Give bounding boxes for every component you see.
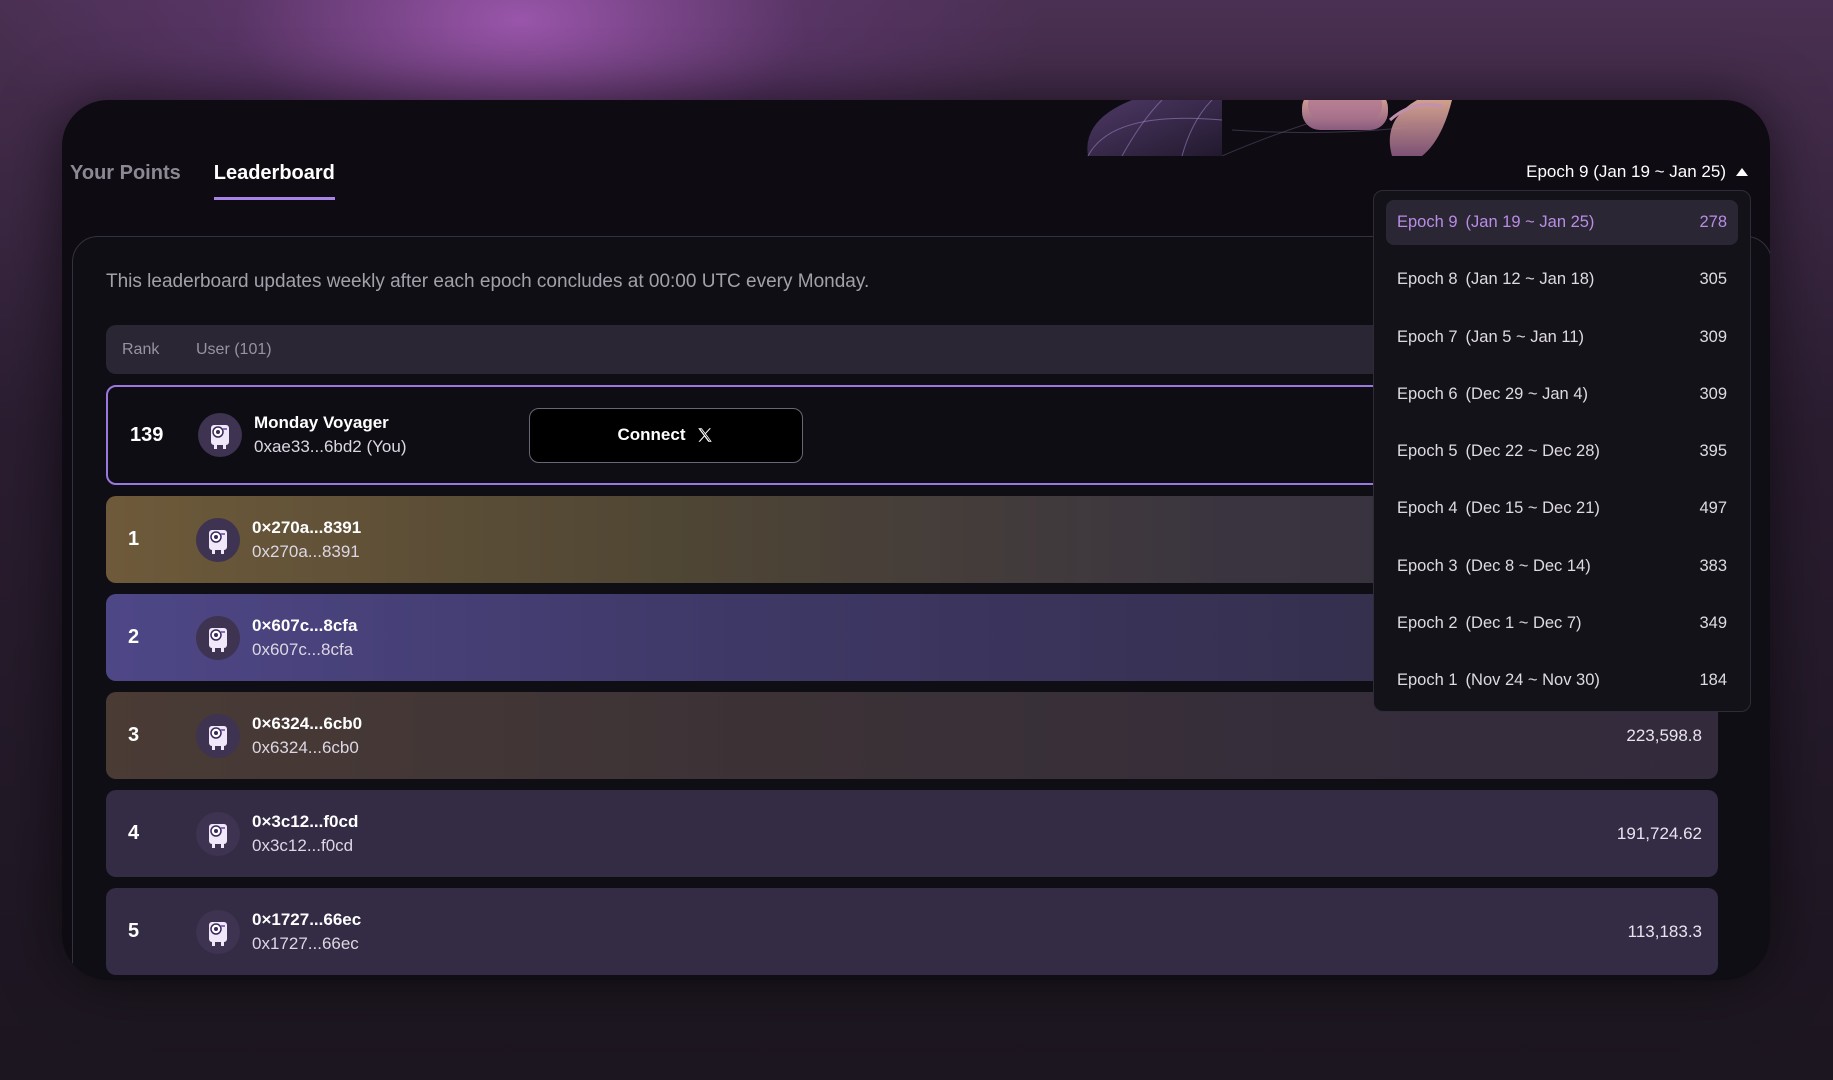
avatar <box>196 713 240 758</box>
epoch-option-7[interactable]: Epoch 7 (Jan 5 ~ Jan 11) 309 <box>1386 315 1738 360</box>
epoch-option-4[interactable]: Epoch 4 (Dec 15 ~ Dec 21) 497 <box>1386 486 1738 531</box>
user-info: 0×6324...6cb0 0x6324...6cb0 <box>252 714 362 758</box>
epoch-range: (Jan 12 ~ Jan 18) <box>1465 270 1595 289</box>
user-address: 0xae33...6bd2 (You) <box>254 437 407 456</box>
epoch-name: Epoch 1 <box>1397 671 1458 690</box>
epoch-range: (Jan 19 ~ Jan 25) <box>1465 213 1595 231</box>
epoch-name: Epoch 3 <box>1397 556 1458 575</box>
avatar <box>196 811 240 856</box>
avatar <box>196 615 240 660</box>
caret-up-icon <box>1736 168 1748 176</box>
user-address: 0x1727...66ec <box>252 933 359 953</box>
rank-value: 139 <box>130 423 164 446</box>
points-value: 191,724.62 <box>1616 823 1702 843</box>
mascot-icon <box>209 725 227 750</box>
epoch-range: (Dec 29 ~ Jan 4) <box>1465 384 1588 403</box>
header-illustration <box>1022 100 1452 156</box>
user-address: 0x6324...6cb0 <box>252 737 359 757</box>
epoch-range: (Dec 8 ~ Dec 14) <box>1465 556 1591 575</box>
epoch-count: 383 <box>1699 556 1727 575</box>
user-name: 0×270a...8391 <box>252 517 362 537</box>
epoch-count: 305 <box>1699 270 1727 289</box>
epoch-selector-label: Epoch 9 (Jan 19 ~ Jan 25) <box>1526 162 1726 181</box>
epoch-name: Epoch 2 <box>1397 614 1458 633</box>
rank-value: 4 <box>128 822 140 844</box>
tab-bar: Your Points Leaderboard <box>70 162 335 200</box>
epoch-count: 184 <box>1699 671 1727 690</box>
points-value: 223,598.8 <box>1626 725 1702 745</box>
epoch-option-6[interactable]: Epoch 6 (Dec 29 ~ Jan 4) 309 <box>1386 372 1738 417</box>
epoch-dropdown-menu: Epoch 9 (Jan 19 ~ Jan 25) 278 Epoch 8 (Jan… <box>1373 190 1751 712</box>
user-info: 0×3c12...f0cd 0x3c12...f0cd <box>252 812 358 856</box>
x-logo-icon <box>697 428 712 442</box>
column-rank: Rank <box>122 340 160 358</box>
epoch-count: 309 <box>1699 327 1727 346</box>
epoch-option-9[interactable]: Epoch 9 (Jan 19 ~ Jan 25) 278 <box>1386 200 1738 245</box>
avatar <box>196 517 240 562</box>
user-info: Monday Voyager 0xae33...6bd2 (You) <box>254 413 407 457</box>
epoch-option-1[interactable]: Epoch 1 (Nov 24 ~ Nov 30) 184 <box>1386 658 1738 703</box>
connect-label: Connect <box>617 425 686 444</box>
epoch-name: Epoch 8 <box>1397 270 1458 289</box>
user-address: 0x607c...8cfa <box>252 639 354 659</box>
table-row: 5 0×1727...66ec 0x1727...66ec 113,183.3 <box>106 888 1718 975</box>
epoch-range: (Dec 1 ~ Dec 7) <box>1465 614 1582 633</box>
rank-value: 2 <box>128 626 140 648</box>
user-info: 0×1727...66ec 0x1727...66ec <box>252 910 361 954</box>
column-user: User (101) <box>196 340 272 358</box>
epoch-count: 497 <box>1699 499 1727 518</box>
user-name: 0×1727...66ec <box>252 909 362 929</box>
points-value: 113,183.3 <box>1627 921 1702 941</box>
epoch-range: (Nov 24 ~ Nov 30) <box>1465 671 1600 690</box>
table-row: 4 0×3c12...f0cd 0x3c12...f0cd 191,724.62 <box>106 790 1718 877</box>
user-name: 0×3c12...f0cd <box>252 811 359 831</box>
epoch-option-2[interactable]: Epoch 2 (Dec 1 ~ Dec 7) 349 <box>1386 601 1738 646</box>
epoch-name: Epoch 5 <box>1397 442 1458 461</box>
epoch-option-5[interactable]: Epoch 5 (Dec 22 ~ Dec 28) 395 <box>1386 429 1738 474</box>
epoch-name: Epoch 7 <box>1397 327 1458 346</box>
mascot-icon <box>209 823 227 848</box>
epoch-count: 278 <box>1699 213 1727 231</box>
epoch-range: (Dec 22 ~ Dec 28) <box>1465 442 1600 461</box>
epoch-option-3[interactable]: Epoch 3 (Dec 8 ~ Dec 14) 383 <box>1386 544 1738 589</box>
avatar <box>198 413 242 457</box>
user-name: 0×607c...8cfa <box>252 615 358 635</box>
user-info: 0×270a...8391 0x270a...8391 <box>252 518 361 562</box>
user-name: Monday Voyager <box>254 413 389 432</box>
mascot-icon <box>209 921 227 946</box>
mascot-icon <box>209 627 227 652</box>
epoch-count: 309 <box>1699 384 1727 403</box>
avatar <box>196 909 240 954</box>
mascot-icon <box>209 529 227 554</box>
epoch-range: (Dec 15 ~ Dec 21) <box>1465 499 1600 518</box>
epoch-range: (Jan 5 ~ Jan 11) <box>1465 327 1585 346</box>
epoch-name: Epoch 6 <box>1397 384 1458 403</box>
rank-value: 1 <box>128 528 140 550</box>
epoch-name: Epoch 4 <box>1397 499 1458 518</box>
epoch-option-8[interactable]: Epoch 8 (Jan 12 ~ Jan 18) 305 <box>1386 257 1738 302</box>
user-name: 0×6324...6cb0 <box>252 713 363 733</box>
mascot-icon <box>211 425 229 449</box>
rank-value: 3 <box>128 724 140 746</box>
user-info: 0×607c...8cfa 0x607c...8cfa <box>252 616 357 660</box>
user-address: 0x270a...8391 <box>252 541 360 561</box>
epoch-selector[interactable]: Epoch 9 (Jan 19 ~ Jan 25) <box>1526 162 1748 182</box>
epoch-name: Epoch 9 <box>1397 213 1458 231</box>
rank-value: 5 <box>128 920 140 942</box>
connect-x-button[interactable]: Connect <box>528 407 803 463</box>
user-address: 0x3c12...f0cd <box>252 835 354 855</box>
tab-your-points[interactable]: Your Points <box>70 162 181 200</box>
tab-leaderboard[interactable]: Leaderboard <box>213 162 335 200</box>
epoch-count: 349 <box>1699 614 1727 633</box>
epoch-count: 395 <box>1699 442 1727 461</box>
info-text: This leaderboard updates weekly after ea… <box>106 271 870 292</box>
